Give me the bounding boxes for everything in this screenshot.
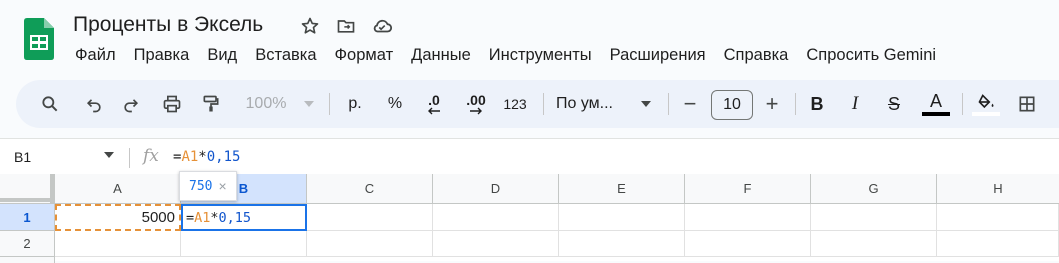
- column-header-e[interactable]: E: [559, 174, 685, 204]
- cell-a1[interactable]: 5000: [55, 204, 181, 231]
- more-formats-button[interactable]: 123: [500, 80, 530, 128]
- cell-e1[interactable]: [559, 204, 685, 231]
- menu-edit[interactable]: Правка: [125, 44, 199, 67]
- fx-icon: fx: [143, 146, 159, 166]
- cell-b1-editor[interactable]: = A1 * 0,15: [181, 204, 307, 231]
- menu-extensions[interactable]: Расширения: [601, 44, 715, 67]
- font-select[interactable]: По ум...: [556, 80, 626, 128]
- star-icon[interactable]: [298, 14, 322, 38]
- formula-input[interactable]: =A1*0,15: [173, 149, 240, 165]
- name-box[interactable]: B1: [14, 149, 31, 165]
- redo-icon[interactable]: [117, 80, 145, 128]
- menu-view[interactable]: Вид: [198, 44, 246, 67]
- decrease-decimals-button[interactable]: .0: [419, 80, 449, 128]
- fill-color-swatch: [972, 111, 1000, 116]
- cell-f1[interactable]: [685, 204, 811, 231]
- column-header-g[interactable]: G: [811, 174, 937, 204]
- toolbar-divider: [962, 93, 963, 115]
- preview-value: 750: [189, 178, 213, 194]
- increase-decimals-button[interactable]: .00: [459, 80, 493, 128]
- print-icon[interactable]: [158, 80, 186, 128]
- top-bar: Проценты в Эксель Файл Правка Вид Вставк…: [0, 0, 1059, 78]
- menu-file[interactable]: Файл: [66, 44, 125, 67]
- menu-data[interactable]: Данные: [402, 44, 480, 67]
- folder-move-icon[interactable]: [334, 14, 358, 38]
- font-size-input[interactable]: 10: [711, 90, 753, 120]
- cell-e2[interactable]: [559, 231, 685, 257]
- undo-icon[interactable]: [80, 80, 108, 128]
- column-header-d[interactable]: D: [433, 174, 559, 204]
- toolbar-divider: [329, 93, 330, 115]
- cell-d1[interactable]: [433, 204, 559, 231]
- text-color-label: A: [929, 91, 942, 111]
- column-header-f[interactable]: F: [685, 174, 811, 204]
- font-dropdown-icon[interactable]: [638, 80, 654, 128]
- menu-insert[interactable]: Вставка: [246, 44, 325, 67]
- formula-operator: *: [198, 149, 207, 165]
- cell-formula-operator: *: [210, 209, 219, 226]
- menu-format[interactable]: Формат: [326, 44, 403, 67]
- cell-formula-number: 0,15: [218, 209, 252, 226]
- column-header-a[interactable]: A: [55, 174, 181, 204]
- decrease-decimals-label: .0: [428, 92, 440, 108]
- name-box-dropdown-icon[interactable]: [104, 152, 114, 158]
- search-menus-icon[interactable]: [36, 80, 64, 128]
- row-header-1[interactable]: 1: [0, 204, 55, 231]
- zoom-dropdown-icon[interactable]: [301, 80, 317, 128]
- menu-bar: Файл Правка Вид Вставка Формат Данные Ин…: [66, 44, 945, 67]
- sheets-logo-icon[interactable]: [24, 18, 54, 60]
- strikethrough-button[interactable]: S: [882, 80, 906, 128]
- document-title[interactable]: Проценты в Эксель: [73, 13, 263, 37]
- percent-format-button[interactable]: %: [382, 80, 408, 128]
- font-size-increase-button[interactable]: +: [760, 80, 784, 128]
- close-icon[interactable]: ×: [218, 178, 226, 194]
- cell-c1[interactable]: [307, 204, 433, 231]
- cell-c2[interactable]: [307, 231, 433, 257]
- text-color-swatch: [922, 112, 950, 116]
- cell-formula-equals: =: [186, 209, 195, 226]
- cell-h1[interactable]: [937, 204, 1059, 231]
- cell-d2[interactable]: [433, 231, 559, 257]
- column-header-c[interactable]: C: [307, 174, 433, 204]
- toolbar-divider: [795, 93, 796, 115]
- column-header-h[interactable]: H: [937, 174, 1059, 204]
- borders-icon[interactable]: [1014, 80, 1040, 128]
- select-all-corner[interactable]: [0, 174, 55, 204]
- cell-h2[interactable]: [937, 231, 1059, 257]
- row-header-3[interactable]: [0, 257, 55, 263]
- row-header-2[interactable]: 2: [0, 231, 55, 257]
- zoom-select[interactable]: 100%: [238, 80, 294, 128]
- menu-help[interactable]: Справка: [715, 44, 798, 67]
- menu-ask-gemini[interactable]: Спросить Gemini: [797, 44, 945, 67]
- formula-result-preview: 750 ×: [179, 171, 237, 201]
- arrow-left-icon: [428, 107, 440, 115]
- arrow-right-icon: [470, 107, 482, 115]
- cell-formula-reference: A1: [194, 209, 211, 226]
- spreadsheet-grid: A B C D E F G H 1 2 5000 = A1 * 0,15: [0, 174, 1059, 263]
- toolbar-divider: [668, 93, 669, 115]
- cloud-saved-icon[interactable]: [370, 14, 394, 38]
- bold-button[interactable]: B: [805, 80, 829, 128]
- menu-tools[interactable]: Инструменты: [480, 44, 601, 67]
- currency-format-button[interactable]: р.: [342, 80, 368, 128]
- cell-a2[interactable]: [55, 231, 181, 257]
- formula-number: 0,15: [206, 149, 241, 165]
- cell-b2[interactable]: [181, 231, 307, 257]
- formula-divider: [129, 148, 130, 168]
- increase-decimals-label: .00: [466, 92, 486, 108]
- cell-f2[interactable]: [685, 231, 811, 257]
- toolbar-divider: [543, 93, 544, 115]
- formula-reference: A1: [181, 149, 199, 165]
- cell-g1[interactable]: [811, 204, 937, 231]
- formula-bar: B1 fx =A1*0,15: [0, 138, 1059, 174]
- fill-color-icon: [978, 93, 994, 108]
- toolbar: 100% р. % .0 .00 123 По ум... − 10 + B I…: [16, 80, 1059, 128]
- fill-color-button[interactable]: [971, 80, 1001, 128]
- cell-g2[interactable]: [811, 231, 937, 257]
- paint-format-icon[interactable]: [197, 80, 225, 128]
- font-size-decrease-button[interactable]: −: [678, 80, 702, 128]
- text-color-button[interactable]: A: [920, 80, 952, 128]
- italic-button[interactable]: I: [843, 80, 867, 128]
